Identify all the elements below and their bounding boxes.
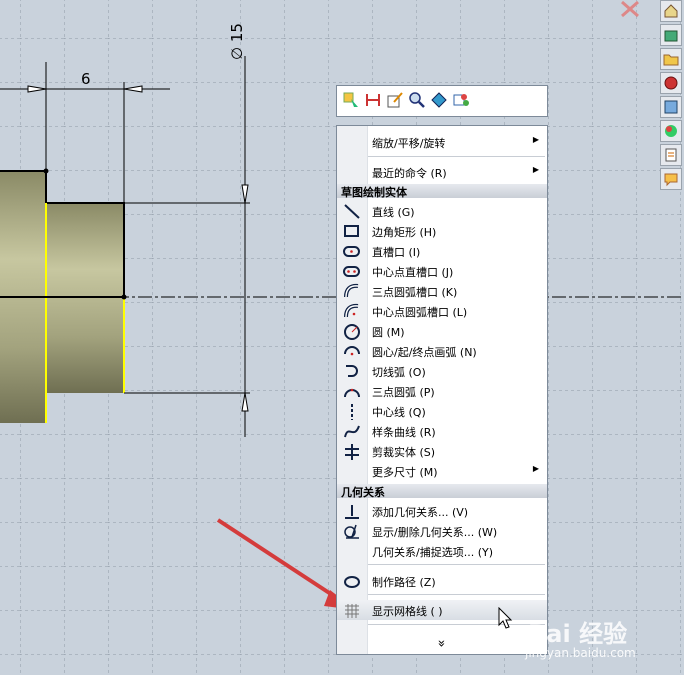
menu-item-spline[interactable]: 样条曲线 (R) — [337, 421, 547, 441]
center-arc-icon — [344, 346, 360, 356]
menu-item-display-delete-relations[interactable]: 显示/删除几何关系... (W) — [337, 521, 547, 541]
grid-icon — [345, 604, 359, 618]
appearances-icon[interactable] — [660, 120, 682, 142]
menu-item-zoom-pan-rotate[interactable]: 缩放/平移/旋转 ▶ — [337, 132, 547, 152]
dimension-diameter-value[interactable]: ∅ 15 — [228, 23, 246, 60]
context-toolbar — [336, 85, 548, 117]
design-library-icon[interactable] — [660, 24, 682, 46]
watermark-url: jingyan.baidu.com — [525, 646, 636, 660]
dimension-width-value[interactable]: 6 — [81, 70, 91, 88]
part-body — [0, 168, 127, 423]
menu-item-centerline[interactable]: 中心线 (Q) — [337, 401, 547, 421]
menu-item-display-grid[interactable]: 显示网格线 ( ) — [337, 600, 547, 620]
mouse-cursor-icon — [498, 607, 513, 629]
menu-item-3pt-arc-slot[interactable]: 三点圆弧槽口 (K) — [337, 281, 547, 301]
submenu-arrow-icon: ▶ — [532, 165, 539, 174]
menu-item-relations-snaps-options[interactable]: 几何关系/捕捉选项... (Y) — [337, 541, 547, 561]
watermark-logo: Bai 经验 — [528, 620, 628, 648]
menu-item-label: 缩放/平移/旋转 — [372, 137, 446, 150]
expand-menu-chevron-icon[interactable]: » — [433, 640, 448, 648]
menu-item-center-slot[interactable]: 中心点直槽口 (J) — [337, 261, 547, 281]
menu-item-tangent-arc[interactable]: 切线弧 (O) — [337, 361, 547, 381]
folder-icon[interactable] — [660, 48, 682, 70]
menu-item-straight-slot[interactable]: 直槽口 (I) — [337, 241, 547, 261]
menu-item-add-relation[interactable]: 添加几何关系... (V) — [337, 501, 547, 521]
smart-dimension-icon[interactable] — [363, 90, 383, 110]
centerline-icon — [351, 404, 353, 420]
menu-item-recent-commands[interactable]: 最近的命令 (R) ▶ — [337, 162, 547, 182]
select-icon[interactable] — [341, 90, 361, 110]
view-palette-icon[interactable] — [660, 72, 682, 94]
home-icon[interactable] — [660, 0, 682, 22]
line-icon — [344, 204, 360, 219]
menu-item-circle[interactable]: 圆 (M) — [337, 321, 547, 341]
menu-item-center-arc[interactable]: 圆心/起/终点画弧 (N) — [337, 341, 547, 361]
context-menu: 缩放/平移/旋转 ▶ 最近的命令 (R) ▶ 草图绘制实体 直线 (G) 边角矩… — [336, 125, 548, 655]
rectangle-icon — [344, 225, 359, 237]
three-point-arc-icon — [344, 388, 360, 398]
zoom-icon[interactable] — [407, 90, 427, 110]
sketch-icon[interactable] — [385, 90, 405, 110]
submenu-arrow-icon: ▶ — [532, 135, 539, 144]
center-arc-slot-icon — [344, 303, 359, 318]
arc-slot-icon — [344, 283, 359, 298]
section-header-relations: 几何关系 — [337, 484, 547, 499]
forum-icon[interactable] — [660, 168, 682, 190]
custom-properties-icon[interactable] — [660, 144, 682, 166]
submenu-arrow-icon: ▶ — [532, 464, 539, 473]
section-header-sketch: 草图绘制实体 — [337, 184, 547, 199]
menu-item-corner-rectangle[interactable]: 边角矩形 (H) — [337, 221, 547, 241]
center-slot-icon — [343, 266, 360, 277]
display-relations-icon — [344, 524, 359, 539]
add-relation-icon — [345, 505, 359, 519]
spline-icon — [344, 425, 360, 438]
menu-item-label: 最近的命令 (R) — [372, 167, 447, 180]
menu-item-center-arc-slot[interactable]: 中心点圆弧槽口 (L) — [337, 301, 547, 321]
circle-icon — [344, 324, 360, 340]
menu-item-trim[interactable]: 剪裁实体 (S) — [337, 441, 547, 461]
menu-item-make-path[interactable]: 制作路径 (Z) — [337, 571, 547, 591]
edit-appearance-icon[interactable] — [451, 90, 471, 110]
tangent-arc-icon — [346, 365, 358, 377]
trim-icon — [345, 444, 359, 460]
menu-item-line[interactable]: 直线 (G) — [337, 201, 547, 221]
menu-item-3pt-arc[interactable]: 三点圆弧 (P) — [337, 381, 547, 401]
make-path-icon — [344, 576, 360, 588]
slot-icon — [343, 246, 360, 257]
view-orientation-icon[interactable] — [429, 90, 449, 110]
properties-icon[interactable] — [660, 96, 682, 118]
menu-item-more-dimensions[interactable]: 更多尺寸 (M) ▶ — [337, 461, 547, 481]
